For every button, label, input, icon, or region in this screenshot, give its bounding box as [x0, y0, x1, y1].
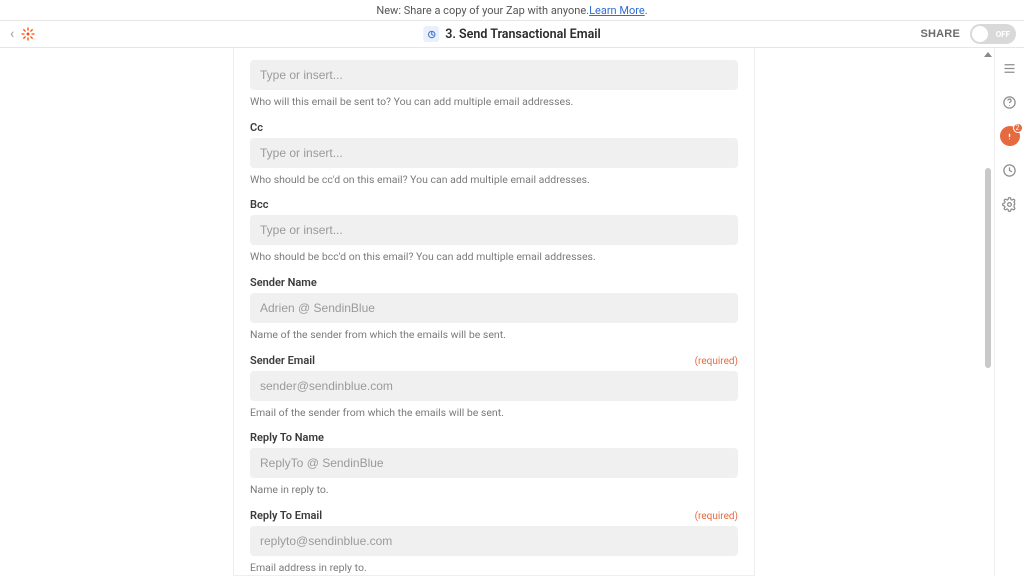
cc-input[interactable]: [250, 138, 738, 168]
back-button[interactable]: ‹: [8, 26, 16, 42]
reply-to-name-label: Reply To Name: [250, 431, 738, 444]
sender-email-input[interactable]: [250, 371, 738, 401]
sender-email-label: Sender Email (required): [250, 354, 738, 367]
editor-viewport: Who will this email be sent to? You can …: [0, 48, 1024, 576]
cc-help: Who should be cc'd on this email? You ca…: [250, 173, 738, 187]
to-help: Who will this email be sent to? You can …: [250, 95, 738, 109]
action-form-panel: Who will this email be sent to? You can …: [233, 48, 755, 576]
sender-name-help: Name of the sender from which the emails…: [250, 328, 738, 342]
reply-to-name-input[interactable]: [250, 448, 738, 478]
sender-name-label: Sender Name: [250, 276, 738, 289]
step-title: 3. Send Transactional Email: [445, 27, 601, 42]
share-button[interactable]: SHARE: [920, 28, 960, 40]
reply-to-name-help: Name in reply to.: [250, 483, 738, 497]
toggle-label: OFF: [996, 30, 1010, 39]
scrollbar[interactable]: [983, 48, 993, 576]
sender-name-input[interactable]: [250, 293, 738, 323]
scrollbar-thumb[interactable]: [985, 168, 991, 368]
sender-email-required: (required): [695, 356, 738, 367]
scroll-up-arrow-icon[interactable]: [984, 52, 992, 57]
zap-on-off-toggle[interactable]: OFF: [970, 24, 1016, 44]
right-rail: 2: [994, 48, 1024, 576]
outline-icon[interactable]: [1000, 58, 1020, 78]
to-input[interactable]: [250, 60, 738, 90]
history-icon[interactable]: [1000, 160, 1020, 180]
promo-learn-more-link[interactable]: Learn More: [589, 4, 645, 17]
bcc-label: Bcc: [250, 198, 738, 211]
reply-to-email-required: (required): [695, 511, 738, 522]
alerts-badge: 2: [1013, 123, 1023, 133]
cc-label: Cc: [250, 121, 738, 134]
promo-suffix: .: [645, 4, 648, 17]
bcc-help: Who should be bcc'd on this email? You c…: [250, 250, 738, 264]
help-icon[interactable]: [1000, 92, 1020, 112]
editor-header: ‹ 3. Send Transactional Email SHARE OFF: [0, 21, 1024, 48]
bcc-input[interactable]: [250, 215, 738, 245]
zapier-logo-icon[interactable]: [20, 26, 36, 42]
sender-email-help: Email of the sender from which the email…: [250, 406, 738, 420]
alerts-icon[interactable]: 2: [1000, 126, 1020, 146]
reply-to-email-help: Email address in reply to.: [250, 561, 738, 575]
settings-icon[interactable]: [1000, 194, 1020, 214]
reply-to-email-input[interactable]: [250, 526, 738, 556]
promo-text: New: Share a copy of your Zap with anyon…: [376, 4, 589, 17]
reply-to-email-label: Reply To Email (required): [250, 509, 738, 522]
step-app-icon: [423, 26, 439, 42]
promo-banner: New: Share a copy of your Zap with anyon…: [0, 0, 1024, 21]
